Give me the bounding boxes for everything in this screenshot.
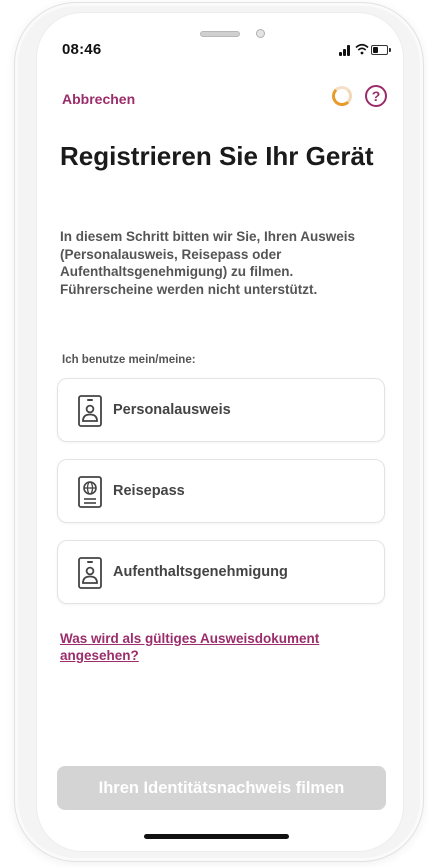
signal-icon bbox=[339, 45, 353, 56]
option-label: Aufenthaltsgenehmigung bbox=[113, 564, 288, 580]
intro-text: In diesem Schritt bitten wir Sie, Ihren … bbox=[60, 229, 356, 297]
id-card-icon bbox=[78, 395, 102, 427]
phone-notch bbox=[172, 24, 280, 46]
id-card-icon bbox=[78, 557, 102, 589]
record-id-button[interactable]: Ihren Identitätsnachweis filmen bbox=[57, 766, 386, 810]
home-indicator[interactable] bbox=[144, 834, 289, 839]
option-label: Personalausweis bbox=[113, 402, 231, 418]
loading-spinner-icon bbox=[332, 86, 352, 106]
help-circle-icon[interactable]: ? bbox=[365, 85, 387, 107]
option-reisepass[interactable]: Reisepass bbox=[57, 459, 385, 523]
option-aufenthaltsgenehmigung[interactable]: Aufenthaltsgenehmigung bbox=[57, 540, 385, 604]
option-label: Reisepass bbox=[113, 483, 185, 499]
speaker-grille bbox=[200, 31, 240, 37]
page-title: Registrieren Sie Ihr Gerät bbox=[60, 141, 374, 171]
document-choice-label: Ich benutze mein/meine: bbox=[62, 354, 196, 366]
valid-document-info-link[interactable]: Was wird als gültiges Ausweisdokument an… bbox=[60, 630, 340, 664]
wifi-icon bbox=[355, 43, 369, 55]
status-icons bbox=[339, 43, 391, 57]
battery-cap bbox=[389, 48, 391, 52]
front-camera bbox=[256, 29, 265, 38]
passport-icon bbox=[78, 476, 102, 508]
option-personalausweis[interactable]: Personalausweis bbox=[57, 378, 385, 442]
battery-icon bbox=[371, 45, 388, 55]
status-time: 08:46 bbox=[62, 41, 102, 58]
cancel-link[interactable]: Abbrechen bbox=[62, 91, 135, 107]
